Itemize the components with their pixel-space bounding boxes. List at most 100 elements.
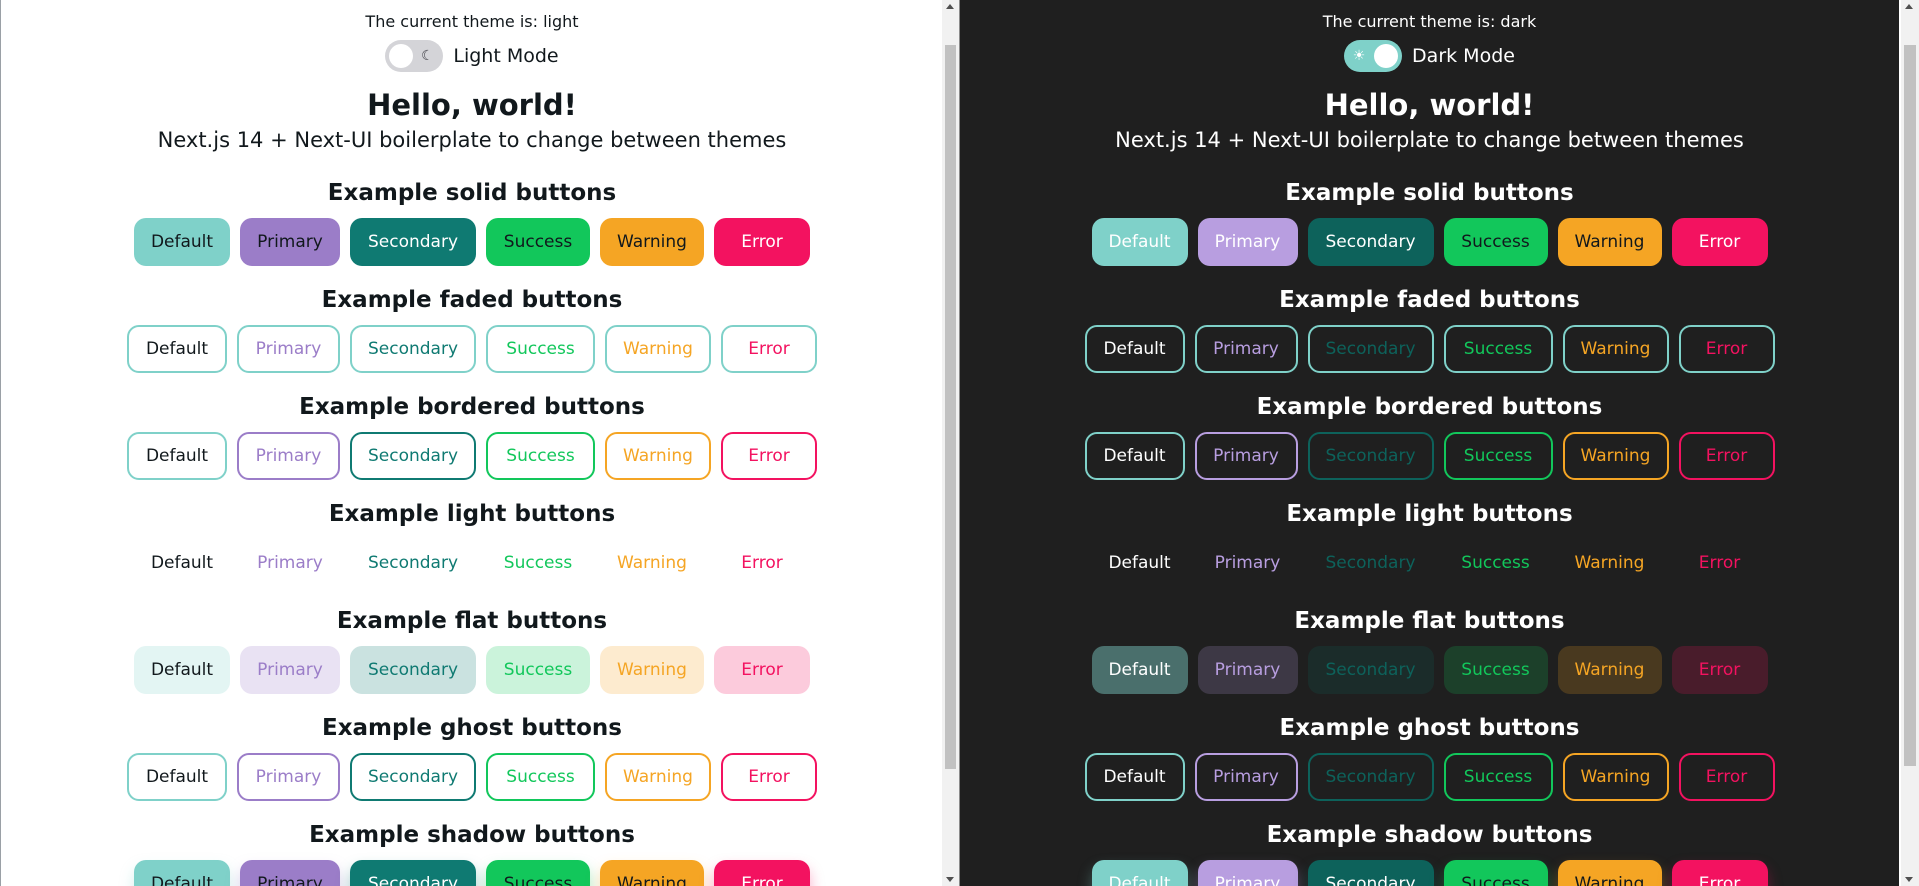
theme-toggle-switch[interactable]: ☾ bbox=[385, 40, 444, 72]
flat-error-button[interactable]: Error bbox=[1671, 646, 1768, 694]
page-title: Hello, world! bbox=[1324, 88, 1535, 122]
faded-error-button[interactable]: Error bbox=[1678, 325, 1775, 373]
flat-default-button[interactable]: Default bbox=[134, 646, 230, 694]
bordered-success-button[interactable]: Success bbox=[1443, 432, 1553, 480]
flat-secondary-button[interactable]: Secondary bbox=[350, 646, 476, 694]
shadow-error-button[interactable]: Error bbox=[714, 860, 810, 886]
bordered-default-button[interactable]: Default bbox=[127, 432, 227, 480]
solid-default-button[interactable]: Default bbox=[1091, 218, 1188, 266]
flat-success-button[interactable]: Success bbox=[486, 646, 590, 694]
light-default-button[interactable]: Default bbox=[1092, 539, 1188, 587]
solid-primary-button[interactable]: Primary bbox=[240, 218, 340, 266]
solid-error-button[interactable]: Error bbox=[714, 218, 810, 266]
shadow-secondary-button[interactable]: Secondary bbox=[350, 860, 476, 886]
flat-warning-button[interactable]: Warning bbox=[600, 646, 704, 694]
flat-warning-button[interactable]: Warning bbox=[1557, 646, 1662, 694]
light-primary-button[interactable]: Primary bbox=[240, 539, 340, 587]
ghost-success-button[interactable]: Success bbox=[486, 753, 595, 801]
mode-label: Dark Mode bbox=[1412, 45, 1515, 67]
shadow-default-button[interactable]: Default bbox=[1091, 860, 1188, 886]
bordered-error-button[interactable]: Error bbox=[1678, 432, 1775, 480]
faded-success-button[interactable]: Success bbox=[486, 325, 595, 373]
light-secondary-button[interactable]: Secondary bbox=[1308, 539, 1434, 587]
light-error-button[interactable]: Error bbox=[714, 539, 810, 587]
faded-primary-button[interactable]: Primary bbox=[1194, 325, 1298, 373]
scrollbar-thumb[interactable] bbox=[945, 45, 956, 769]
solid-success-button[interactable]: Success bbox=[1443, 218, 1548, 266]
scroll-down-arrow-icon[interactable] bbox=[1905, 877, 1913, 882]
flat-error-button[interactable]: Error bbox=[714, 646, 810, 694]
light-warning-button[interactable]: Warning bbox=[1558, 539, 1662, 587]
shadow-success-button[interactable]: Success bbox=[486, 860, 590, 886]
faded-secondary-button[interactable]: Secondary bbox=[1307, 325, 1434, 373]
shadow-primary-button[interactable]: Primary bbox=[1197, 860, 1298, 886]
shadow-warning-button[interactable]: Warning bbox=[1557, 860, 1662, 886]
scroll-down-arrow-icon[interactable] bbox=[946, 877, 954, 882]
bordered-success-button[interactable]: Success bbox=[486, 432, 595, 480]
scroll-up-arrow-icon[interactable] bbox=[946, 4, 954, 9]
faded-secondary-button[interactable]: Secondary bbox=[350, 325, 476, 373]
faded-success-button[interactable]: Success bbox=[1443, 325, 1553, 373]
light-success-button[interactable]: Success bbox=[1444, 539, 1548, 587]
light-error-button[interactable]: Error bbox=[1672, 539, 1768, 587]
bordered-default-button[interactable]: Default bbox=[1084, 432, 1185, 480]
solid-warning-button[interactable]: Warning bbox=[1557, 218, 1662, 266]
toggle-knob bbox=[1374, 44, 1399, 68]
bordered-warning-button[interactable]: Warning bbox=[1562, 432, 1669, 480]
solid-primary-button[interactable]: Primary bbox=[1197, 218, 1298, 266]
light-default-button[interactable]: Default bbox=[134, 539, 230, 587]
ghost-default-button[interactable]: Default bbox=[1084, 753, 1185, 801]
flat-secondary-button[interactable]: Secondary bbox=[1307, 646, 1434, 694]
faded-warning-button[interactable]: Warning bbox=[1562, 325, 1669, 373]
light-pane-scrollbar[interactable] bbox=[942, 0, 959, 886]
dark-pane-scrollbar[interactable] bbox=[1901, 0, 1919, 886]
mode-label: Light Mode bbox=[453, 45, 559, 67]
bordered-secondary-button[interactable]: Secondary bbox=[1307, 432, 1434, 480]
light-warning-button[interactable]: Warning bbox=[600, 539, 704, 587]
flat-primary-button[interactable]: Primary bbox=[240, 646, 340, 694]
shadow-error-button[interactable]: Error bbox=[1671, 860, 1768, 886]
bordered-secondary-button[interactable]: Secondary bbox=[350, 432, 476, 480]
light-success-button[interactable]: Success bbox=[486, 539, 590, 587]
shadow-secondary-button[interactable]: Secondary bbox=[1307, 860, 1434, 886]
scroll-up-arrow-icon[interactable] bbox=[1905, 4, 1913, 9]
ghost-success-button[interactable]: Success bbox=[1443, 753, 1553, 801]
bordered-primary-button[interactable]: Primary bbox=[237, 432, 340, 480]
sun-icon: ☀ bbox=[1352, 48, 1366, 64]
ghost-secondary-button[interactable]: Secondary bbox=[350, 753, 476, 801]
ghost-primary-button[interactable]: Primary bbox=[1194, 753, 1298, 801]
shadow-primary-button[interactable]: Primary bbox=[240, 860, 340, 886]
flat-default-button[interactable]: Default bbox=[1091, 646, 1188, 694]
solid-secondary-button[interactable]: Secondary bbox=[1307, 218, 1434, 266]
ghost-default-button[interactable]: Default bbox=[127, 753, 227, 801]
section-title-solid: Example solid buttons bbox=[327, 180, 617, 206]
scrollbar-thumb[interactable] bbox=[1904, 45, 1916, 766]
faded-default-button[interactable]: Default bbox=[1084, 325, 1185, 373]
faded-default-button[interactable]: Default bbox=[127, 325, 227, 373]
faded-warning-button[interactable]: Warning bbox=[605, 325, 711, 373]
light-secondary-button[interactable]: Secondary bbox=[350, 539, 476, 587]
shadow-warning-button[interactable]: Warning bbox=[600, 860, 704, 886]
faded-primary-button[interactable]: Primary bbox=[237, 325, 340, 373]
solid-success-button[interactable]: Success bbox=[486, 218, 590, 266]
bordered-warning-button[interactable]: Warning bbox=[605, 432, 711, 480]
shadow-default-button[interactable]: Default bbox=[134, 860, 230, 886]
flat-success-button[interactable]: Success bbox=[1443, 646, 1548, 694]
solid-warning-button[interactable]: Warning bbox=[600, 218, 704, 266]
ghost-secondary-button[interactable]: Secondary bbox=[1307, 753, 1434, 801]
solid-error-button[interactable]: Error bbox=[1671, 218, 1768, 266]
faded-error-button[interactable]: Error bbox=[721, 325, 817, 373]
ghost-error-button[interactable]: Error bbox=[721, 753, 817, 801]
ghost-primary-button[interactable]: Primary bbox=[237, 753, 340, 801]
bordered-primary-button[interactable]: Primary bbox=[1194, 432, 1298, 480]
light-primary-button[interactable]: Primary bbox=[1198, 539, 1298, 587]
ghost-warning-button[interactable]: Warning bbox=[605, 753, 711, 801]
ghost-error-button[interactable]: Error bbox=[1678, 753, 1775, 801]
solid-secondary-button[interactable]: Secondary bbox=[350, 218, 476, 266]
flat-primary-button[interactable]: Primary bbox=[1197, 646, 1298, 694]
solid-default-button[interactable]: Default bbox=[134, 218, 230, 266]
ghost-warning-button[interactable]: Warning bbox=[1562, 753, 1669, 801]
theme-toggle-switch[interactable]: ☀ bbox=[1344, 40, 1403, 72]
bordered-error-button[interactable]: Error bbox=[721, 432, 817, 480]
shadow-success-button[interactable]: Success bbox=[1443, 860, 1548, 886]
